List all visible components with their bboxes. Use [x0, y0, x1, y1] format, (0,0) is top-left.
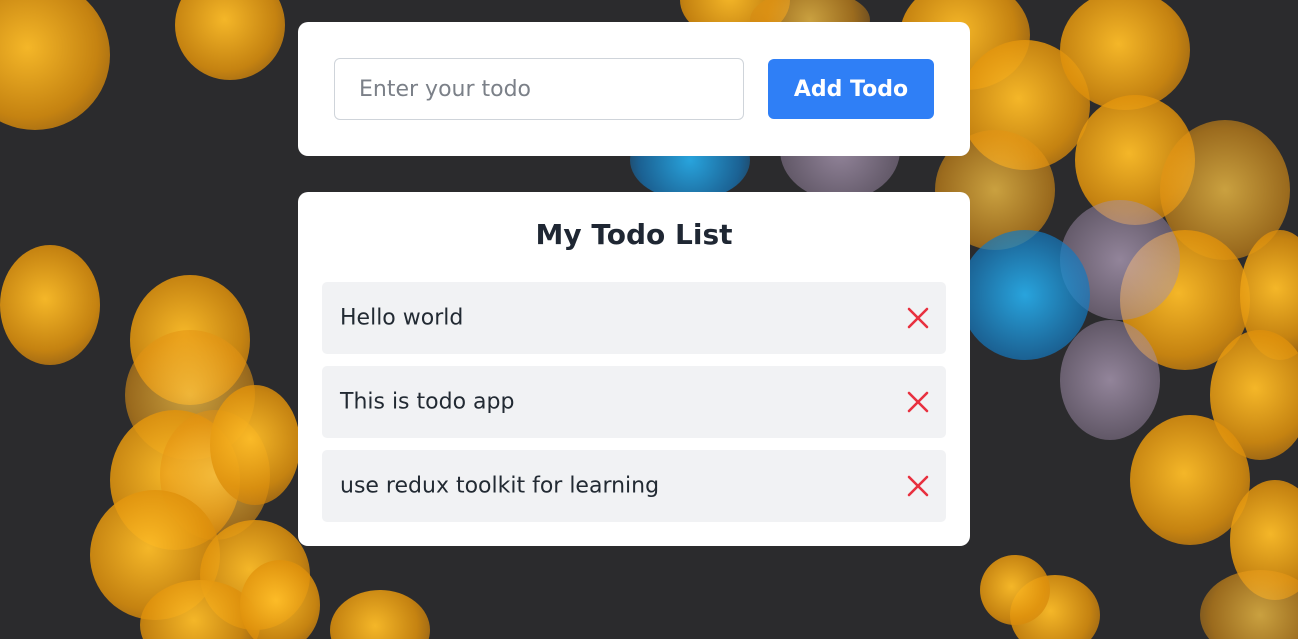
- close-icon[interactable]: [906, 390, 930, 414]
- todo-item: This is todo app: [322, 366, 946, 438]
- todo-list: Hello world This is todo app use redux t…: [322, 282, 946, 534]
- add-todo-button[interactable]: Add Todo: [768, 59, 934, 119]
- todo-item-text: Hello world: [340, 305, 464, 331]
- todo-item-text: use redux toolkit for learning: [340, 473, 660, 499]
- todo-item: Hello world: [322, 282, 946, 354]
- close-icon[interactable]: [906, 306, 930, 330]
- close-icon[interactable]: [906, 474, 930, 498]
- list-title: My Todo List: [535, 218, 733, 251]
- todo-input[interactable]: [334, 58, 744, 120]
- todo-item-text: This is todo app: [340, 389, 515, 415]
- todo-list-card: My Todo List Hello world This is todo ap…: [298, 192, 970, 546]
- todo-form-card: Add Todo: [298, 22, 970, 156]
- todo-item: use redux toolkit for learning: [322, 450, 946, 522]
